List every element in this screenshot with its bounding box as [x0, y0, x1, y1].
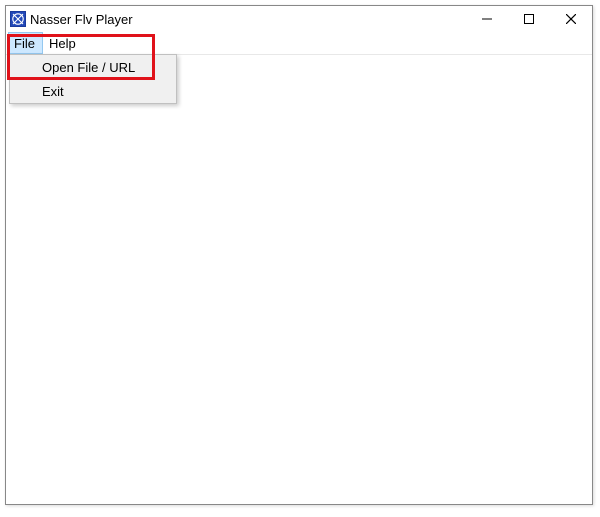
- app-window: Nasser Flv Player File: [5, 5, 593, 505]
- titlebar: Nasser Flv Player: [6, 6, 592, 32]
- menu-file-label: File: [14, 36, 35, 51]
- menu-help-label: Help: [49, 36, 76, 51]
- menu-item-exit-label: Exit: [42, 84, 64, 99]
- close-button[interactable]: [550, 6, 592, 32]
- minimize-button[interactable]: [466, 6, 508, 32]
- app-icon: [10, 11, 26, 27]
- menu-help[interactable]: Help: [43, 32, 84, 54]
- menubar: File Help: [6, 32, 592, 54]
- file-dropdown: Open File / URL Exit: [9, 54, 177, 104]
- menu-item-open-file[interactable]: Open File / URL: [10, 55, 176, 79]
- maximize-button[interactable]: [508, 6, 550, 32]
- menu-item-open-file-label: Open File / URL: [42, 60, 135, 75]
- window-title: Nasser Flv Player: [30, 12, 133, 27]
- menu-file[interactable]: File: [8, 32, 43, 54]
- menu-item-exit[interactable]: Exit: [10, 79, 176, 103]
- window-controls: [466, 6, 592, 32]
- content-area: [6, 54, 592, 504]
